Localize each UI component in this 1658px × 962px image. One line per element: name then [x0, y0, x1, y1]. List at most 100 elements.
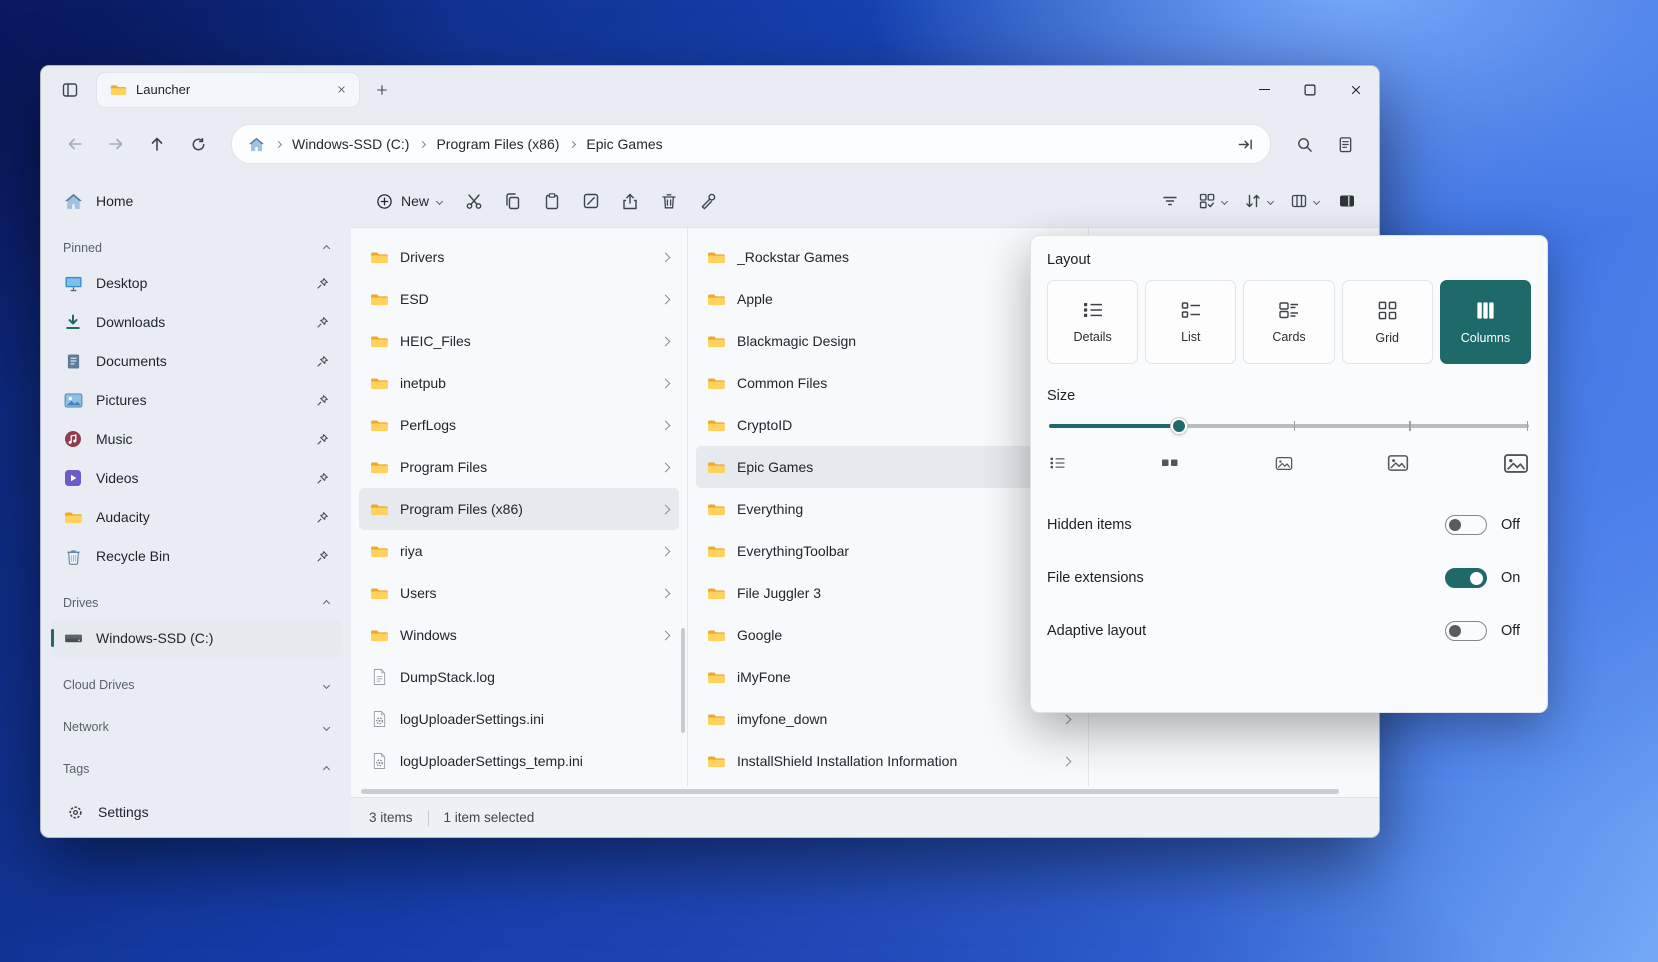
back-button[interactable]	[57, 127, 93, 161]
option-label: List	[1181, 330, 1200, 344]
size-icon-image-medium	[1387, 454, 1409, 472]
file-row[interactable]: Everything	[696, 488, 1080, 530]
file-row[interactable]: Google	[696, 614, 1080, 656]
file-name: Epic Games	[737, 459, 813, 475]
maximize-button[interactable]	[1287, 66, 1333, 113]
size-icon-image-large	[1503, 453, 1529, 474]
file-row-selected[interactable]: Epic Games	[696, 446, 1080, 488]
file-row[interactable]: Blackmagic Design	[696, 320, 1080, 362]
file-row[interactable]: File Juggler 3	[696, 572, 1080, 614]
horizontal-scrollbar[interactable]	[351, 786, 1379, 797]
horizontal-scrollbar-thumb[interactable]	[361, 789, 1339, 794]
sidebar-item-desktop[interactable]: Desktop	[51, 264, 341, 302]
layout-view-button[interactable]	[1191, 184, 1234, 218]
search-button[interactable]	[1286, 127, 1322, 161]
rename-button[interactable]	[573, 184, 609, 218]
file-row[interactable]: EverythingToolbar	[696, 530, 1080, 572]
delete-button[interactable]	[651, 184, 687, 218]
file-row[interactable]: logUploaderSettings_temp.ini	[359, 740, 679, 782]
adaptive-layout-toggle[interactable]	[1445, 621, 1487, 641]
pictures-icon	[64, 393, 83, 408]
preview-pane-toggle[interactable]	[1329, 184, 1365, 218]
address-bar[interactable]: Windows-SSD (C:) Program Files (x86) Epi…	[231, 124, 1271, 164]
file-row[interactable]: imyfone_down	[696, 698, 1080, 740]
layout-option-grid[interactable]: Grid	[1342, 280, 1433, 364]
chevron-right-icon	[275, 140, 282, 147]
share-button[interactable]	[612, 184, 648, 218]
selection-indicator	[51, 629, 54, 647]
file-row[interactable]: InstallShield Installation Information	[696, 740, 1080, 782]
file-row[interactable]: inetpub	[359, 362, 679, 404]
sidebar-section-pinned[interactable]: Pinned	[51, 234, 341, 262]
sidebar-section-cloud-drives[interactable]: Cloud Drives	[51, 671, 341, 699]
up-button[interactable]	[139, 127, 175, 161]
sort-button[interactable]	[1237, 184, 1280, 218]
layout-option-cards[interactable]: Cards	[1243, 280, 1334, 364]
layout-option-list[interactable]: List	[1145, 280, 1236, 364]
filter-button[interactable]	[1152, 184, 1188, 218]
sidebar-section-network[interactable]: Network	[51, 713, 341, 741]
breadcrumb-item-drive[interactable]: Windows-SSD (C:)	[292, 136, 409, 152]
go-to-button[interactable]	[1237, 136, 1254, 153]
sidebar-list: Home Pinned Desktop Downloads	[41, 181, 351, 787]
sidebar-section-drives[interactable]: Drives	[51, 589, 341, 617]
new-button[interactable]: New	[365, 184, 453, 218]
adaptive-layout-label: Adaptive layout	[1047, 623, 1445, 639]
folder-icon	[707, 376, 726, 391]
sidebar-item-recycle-bin[interactable]: Recycle Bin	[51, 537, 341, 575]
file-row[interactable]: CryptoID	[696, 404, 1080, 446]
minimize-button[interactable]	[1241, 66, 1287, 113]
file-row-selected[interactable]: Program Files (x86)	[359, 488, 679, 530]
sidebar-item-windows-ssd[interactable]: Windows-SSD (C:)	[51, 619, 341, 657]
breadcrumb-item-program-files-x86[interactable]: Program Files (x86)	[436, 136, 559, 152]
tab-close-button[interactable]	[330, 79, 352, 101]
file-row[interactable]: riya	[359, 530, 679, 572]
sidebar-section-tags[interactable]: Tags	[51, 755, 341, 783]
folder-icon	[707, 712, 726, 727]
copy-button[interactable]	[495, 184, 531, 218]
sidebar-item-audacity[interactable]: Audacity	[51, 498, 341, 536]
folder-icon	[370, 628, 389, 643]
sidebar-item-videos[interactable]: Videos	[51, 459, 341, 497]
file-row[interactable]: iMyFone	[696, 656, 1080, 698]
file-row[interactable]: HEIC_Files	[359, 320, 679, 362]
file-row[interactable]: Apple	[696, 278, 1080, 320]
file-row[interactable]: Common Files	[696, 362, 1080, 404]
layout-option-details[interactable]: Details	[1047, 280, 1138, 364]
sidebar-item-downloads[interactable]: Downloads	[51, 303, 341, 341]
sidebar-item-music[interactable]: Music	[51, 420, 341, 458]
notes-button[interactable]	[1327, 127, 1363, 161]
tab-list-button[interactable]	[53, 75, 87, 105]
file-name: inetpub	[400, 375, 446, 391]
sidebar-item-home[interactable]: Home	[51, 182, 341, 220]
refresh-button[interactable]	[180, 127, 216, 161]
vertical-scrollbar-thumb[interactable]	[681, 628, 685, 733]
file-row[interactable]: Users	[359, 572, 679, 614]
properties-button[interactable]	[690, 184, 726, 218]
file-row[interactable]: DumpStack.log	[359, 656, 679, 698]
file-row[interactable]: _Rockstar Games	[696, 236, 1080, 278]
file-row[interactable]: ESD	[359, 278, 679, 320]
file-row[interactable]: PerfLogs	[359, 404, 679, 446]
close-button[interactable]	[1333, 66, 1379, 113]
layout-option-columns[interactable]: Columns	[1440, 280, 1531, 364]
paste-button[interactable]	[534, 184, 570, 218]
forward-button[interactable]	[98, 127, 134, 161]
file-row[interactable]: Windows	[359, 614, 679, 656]
slider-thumb[interactable]	[1171, 418, 1187, 434]
file-row[interactable]: Drivers	[359, 236, 679, 278]
breadcrumb-item-epic-games[interactable]: Epic Games	[586, 136, 662, 152]
file-row[interactable]: logUploaderSettings.ini	[359, 698, 679, 740]
sidebar-item-pictures[interactable]: Pictures	[51, 381, 341, 419]
size-slider[interactable]	[1049, 416, 1529, 436]
group-by-button[interactable]	[1283, 184, 1326, 218]
breadcrumb-home[interactable]	[248, 137, 265, 152]
sidebar-item-documents[interactable]: Documents	[51, 342, 341, 380]
file-extensions-toggle[interactable]	[1445, 568, 1487, 588]
file-row[interactable]: Program Files	[359, 446, 679, 488]
tab-launcher[interactable]: Launcher	[97, 73, 359, 107]
sidebar-item-settings[interactable]: Settings	[41, 787, 351, 837]
new-tab-button[interactable]	[367, 75, 397, 105]
hidden-items-toggle[interactable]	[1445, 515, 1487, 535]
cut-button[interactable]	[456, 184, 492, 218]
